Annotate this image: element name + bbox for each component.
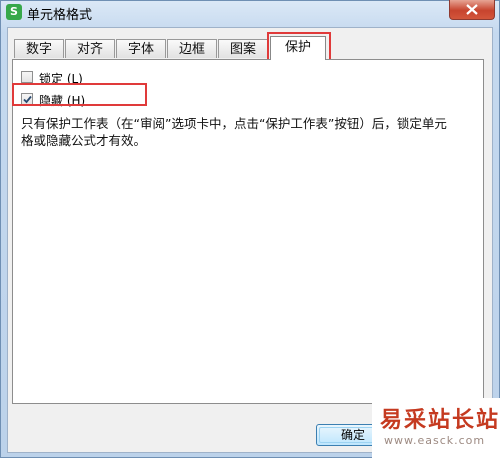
protection-description: 只有保护工作表（在“审阅”选项卡中，点击“保护工作表”按钮）后，锁定单元格或隐藏… bbox=[21, 116, 447, 148]
tab-protection[interactable]: 保护 bbox=[270, 36, 326, 60]
close-icon bbox=[466, 4, 478, 15]
tab-border[interactable]: 边框 bbox=[167, 39, 217, 58]
protection-page: 锁定 (L) 隐藏 (H) 只有保护工作表（在“审阅”选项卡中，点击“保护工作表… bbox=[12, 59, 484, 404]
watermark-url: www.easck.com bbox=[384, 434, 486, 447]
tab-patterns[interactable]: 图案 bbox=[218, 39, 268, 58]
tab-font[interactable]: 字体 bbox=[116, 39, 166, 58]
hidden-option-highlight bbox=[12, 83, 147, 106]
close-button[interactable] bbox=[449, 0, 495, 20]
locked-checkbox[interactable] bbox=[21, 71, 33, 83]
tab-number[interactable]: 数字 bbox=[14, 39, 64, 58]
dialog-title: 单元格格式 bbox=[27, 8, 93, 23]
dialog-window: S 单元格格式 数字 对齐 字体 边框 图案 保护 锁定 (L) 隐藏 (H) … bbox=[0, 0, 500, 458]
title-bar[interactable]: S 单元格格式 bbox=[1, 0, 499, 25]
dialog-body: 数字 对齐 字体 边框 图案 保护 锁定 (L) 隐藏 (H) 只有保护工作表（… bbox=[7, 27, 493, 453]
tab-strip: 数字 对齐 字体 边框 图案 保护 bbox=[8, 36, 492, 60]
tab-alignment[interactable]: 对齐 bbox=[65, 39, 115, 58]
watermark: 易采站长站 www.easck.com bbox=[372, 398, 500, 458]
watermark-text: 易采站长站 bbox=[380, 407, 500, 433]
app-icon: S bbox=[6, 4, 22, 20]
